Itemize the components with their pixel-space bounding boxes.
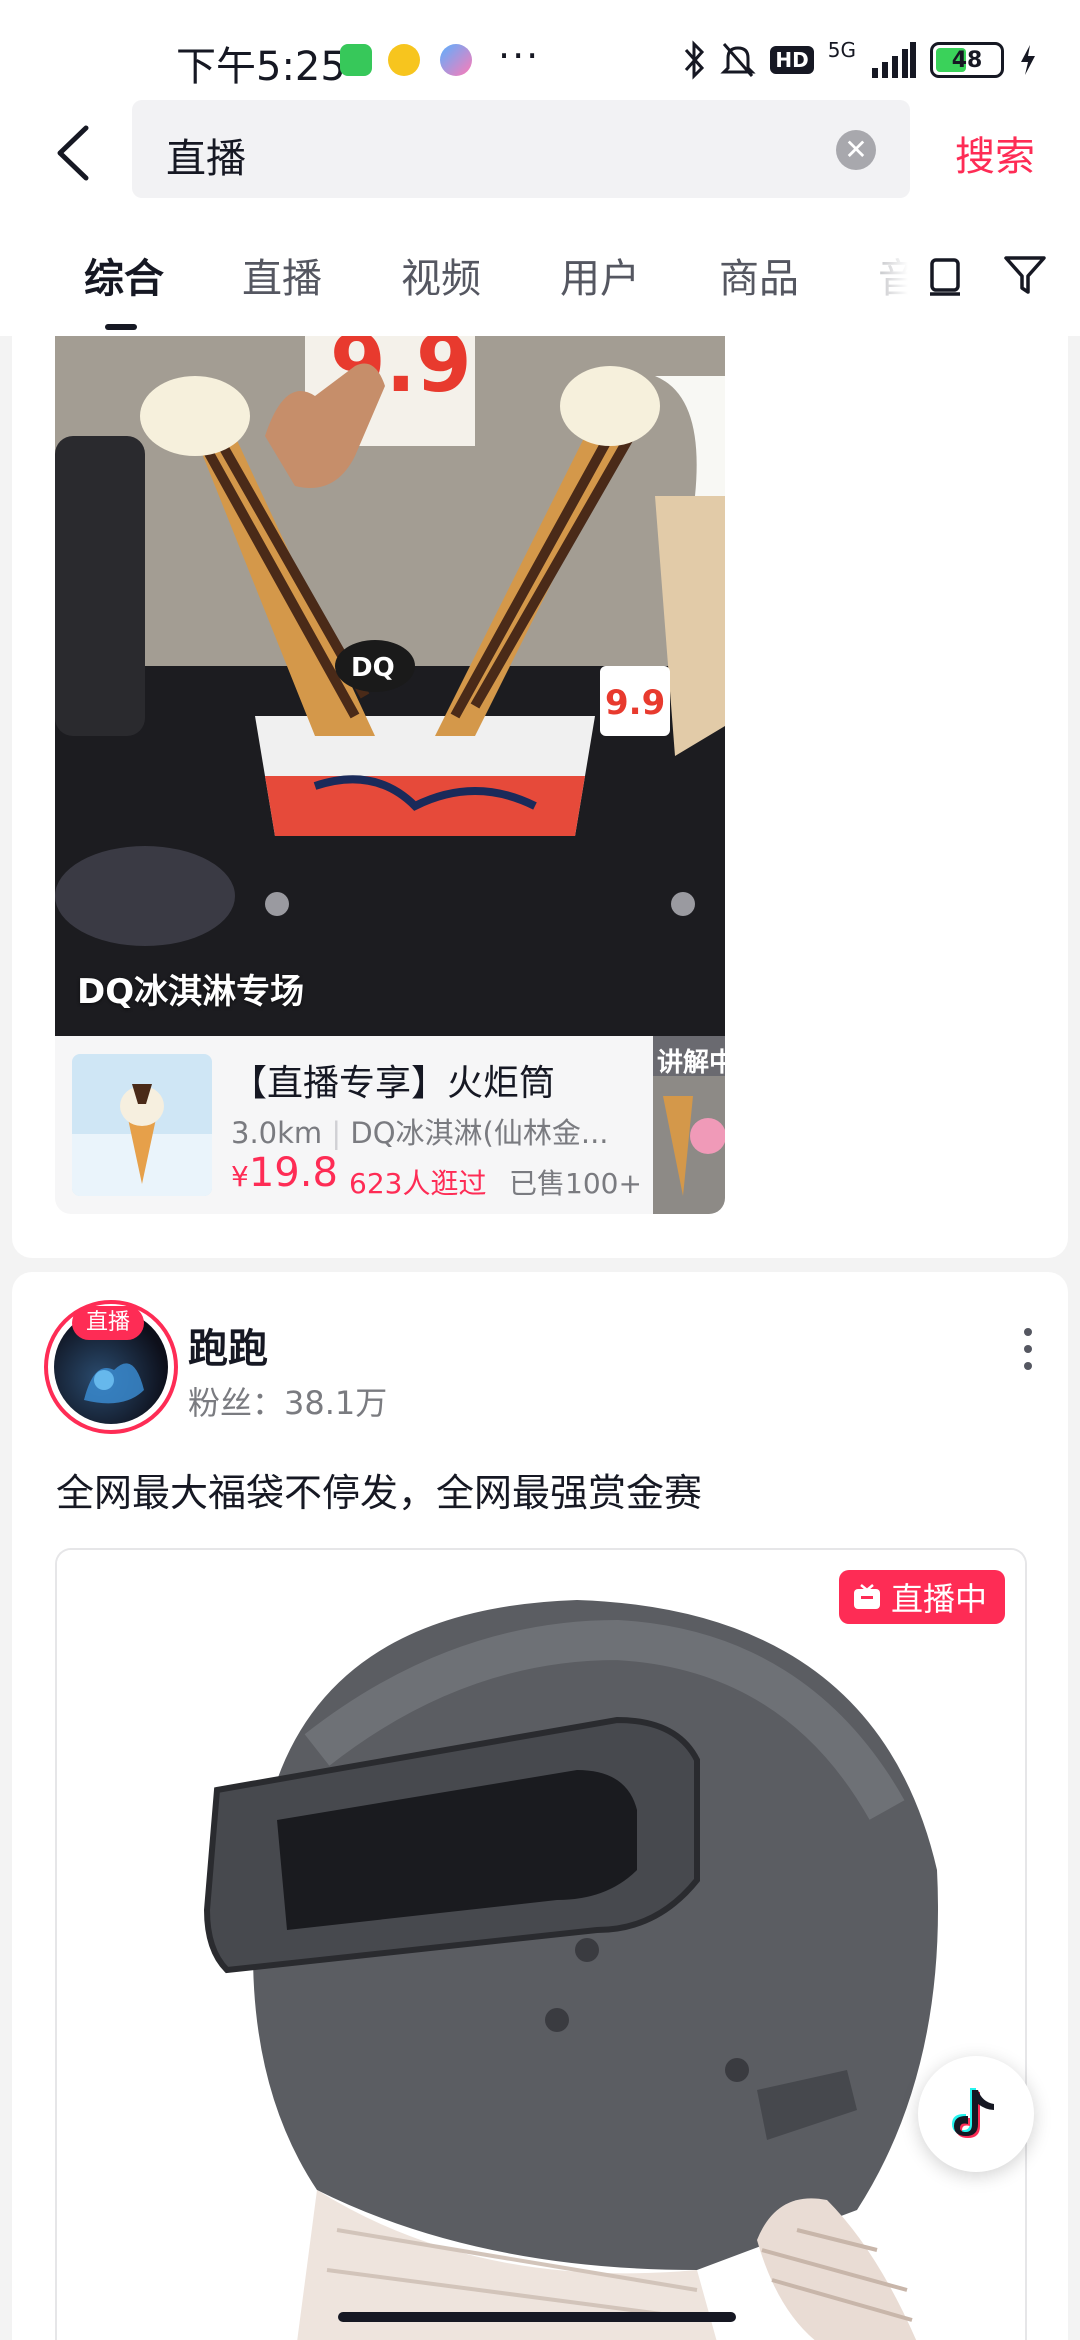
- fans-label: 粉丝：: [188, 1384, 285, 1422]
- helmet-illustration: [57, 1550, 1025, 2340]
- price-value: 19.8: [248, 1150, 338, 1196]
- user-name[interactable]: 跑跑: [188, 1316, 268, 1374]
- search-query-text: 直播: [166, 136, 246, 182]
- back-arrow-icon[interactable]: [48, 120, 108, 186]
- tab-fade: [878, 242, 908, 302]
- filter-icon[interactable]: [1002, 252, 1048, 298]
- live-now-badge: 直播中: [838, 1570, 1005, 1624]
- cover-caption: DQ冰淇淋专场: [77, 972, 305, 1012]
- more-dot: [1024, 1328, 1032, 1336]
- more-dot: [1024, 1362, 1032, 1370]
- product-meta: 3.0km | DQ冰淇淋(仙林金...: [231, 1110, 611, 1152]
- user-live-card: 直播 跑跑 粉丝：38.1万 全网最大福袋不停发，全网最强赏金赛 直播中: [12, 1272, 1068, 2340]
- live-cover-image[interactable]: 直播中: [55, 1548, 1027, 2340]
- product-strip[interactable]: 【直播专享】火炬筒 3.0km | DQ冰淇淋(仙林金... ¥19.8 623…: [55, 1036, 725, 1214]
- tab-live[interactable]: 直播: [242, 246, 322, 304]
- search-button[interactable]: 搜索: [955, 124, 1035, 182]
- more-dot: [1024, 1345, 1032, 1353]
- app-icon-58: [388, 44, 420, 76]
- home-indicator[interactable]: [338, 2312, 736, 2322]
- live-avatar[interactable]: 直播: [44, 1300, 178, 1434]
- product-title: 【直播专享】火炬筒: [231, 1063, 556, 1104]
- avatar-live-badge: 直播: [72, 1306, 144, 1340]
- search-header: 直播 ✕ 搜索: [0, 100, 1080, 206]
- product-thumbnail-image: [72, 1054, 212, 1196]
- mute-icon: [720, 43, 757, 77]
- more-notifications-icon: ···: [498, 34, 541, 78]
- app-icon-cloud: [440, 44, 472, 76]
- product-visits: 623人逛过: [349, 1167, 487, 1200]
- active-tab-indicator: [105, 324, 137, 330]
- live-cover-image[interactable]: 9.9 DQ 9.9 DQ冰淇淋专场: [55, 336, 725, 1036]
- live-now-label: 直播中: [890, 1580, 987, 1618]
- tab-comprehensive[interactable]: 综合: [84, 246, 164, 304]
- tab-video[interactable]: 视频: [401, 246, 481, 304]
- signal-icon: [872, 42, 916, 78]
- fans-count: 38.1万: [284, 1384, 388, 1422]
- price-symbol: ¥: [231, 1160, 249, 1193]
- product-shop: DQ冰淇淋(仙林金...: [350, 1116, 609, 1150]
- search-tabs: 综合 直播 视频 用户 商品 音: [0, 206, 1080, 336]
- tab-users[interactable]: 用户: [560, 246, 640, 304]
- product-price: ¥19.8: [231, 1150, 338, 1196]
- explain-thumbnail[interactable]: 讲解中: [653, 1036, 725, 1214]
- live-tv-icon: [853, 1584, 880, 1609]
- tab-products[interactable]: 商品: [719, 246, 799, 304]
- charging-icon: [1021, 45, 1035, 75]
- meta-divider: |: [331, 1116, 351, 1150]
- more-options-icon[interactable]: [1018, 1328, 1038, 1388]
- status-bar: 下午5:25 ··· HD 5G 48: [0, 0, 1080, 100]
- douyin-logo-icon: [952, 2088, 994, 2138]
- search-input[interactable]: 直播 ✕: [132, 100, 910, 198]
- battery-level: 48: [951, 47, 983, 73]
- bluetooth-icon: [685, 40, 705, 80]
- product-distance: 3.0km: [231, 1116, 323, 1150]
- ice-cream-illustration: 9.9 DQ 9.9: [55, 336, 725, 1036]
- product-thumbnail[interactable]: [72, 1054, 212, 1196]
- battery-indicator: 48: [930, 42, 1004, 78]
- app-icon-green: [340, 44, 372, 76]
- product-sold: 已售100+: [509, 1167, 642, 1200]
- network-label: 5G: [827, 38, 856, 62]
- user-fans: 粉丝：38.1万: [188, 1378, 387, 1424]
- douyin-float-button[interactable]: [918, 2056, 1034, 2172]
- explain-label: 讲解中: [657, 1048, 725, 1078]
- hd-badge: HD: [770, 46, 814, 74]
- status-time: 下午5:25: [176, 44, 346, 90]
- live-result-card: 9.9 DQ 9.9 DQ冰淇淋专场 【直播专享】火炬筒 3.0km | DQ冰…: [12, 336, 1068, 1258]
- small-price-sign: 9.9: [605, 683, 665, 723]
- live-description: 全网最大福袋不停发，全网最强赏金赛: [56, 1471, 703, 1515]
- clear-search-icon[interactable]: ✕: [836, 130, 876, 170]
- status-indicators: HD 5G 48: [682, 38, 1038, 82]
- layout-toggle-icon[interactable]: [922, 252, 968, 298]
- svg-text:DQ: DQ: [351, 653, 395, 683]
